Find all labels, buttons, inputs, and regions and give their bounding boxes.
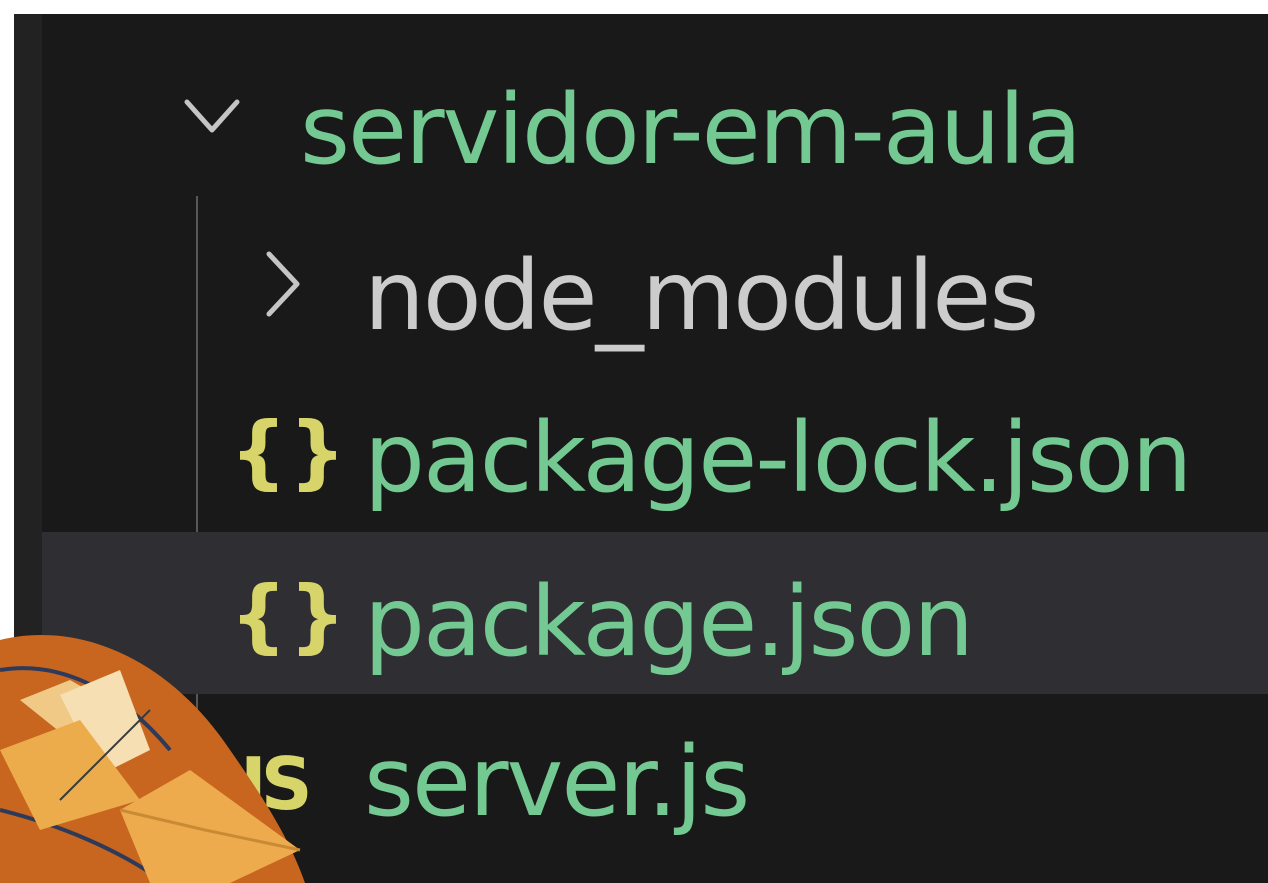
json-file-icon: {} — [230, 405, 348, 498]
tree-item-label: package.json — [364, 566, 974, 678]
tree-item-package-lock-json[interactable]: {} package-lock.json — [42, 368, 1268, 530]
chevron-down-icon[interactable] — [177, 40, 247, 202]
chevron-right-icon[interactable] — [247, 204, 317, 366]
tree-item-node-modules[interactable]: node_modules — [42, 204, 1268, 366]
root-folder-label: servidor-em-aula — [300, 74, 1082, 186]
tree-item-label: node_modules — [364, 240, 1039, 352]
tree-item-label: server.js — [364, 726, 750, 838]
tree-item-label: package-lock.json — [364, 402, 1192, 514]
envelope-decoration-icon — [0, 634, 305, 883]
tree-root-folder[interactable]: servidor-em-aula — [42, 40, 1268, 202]
